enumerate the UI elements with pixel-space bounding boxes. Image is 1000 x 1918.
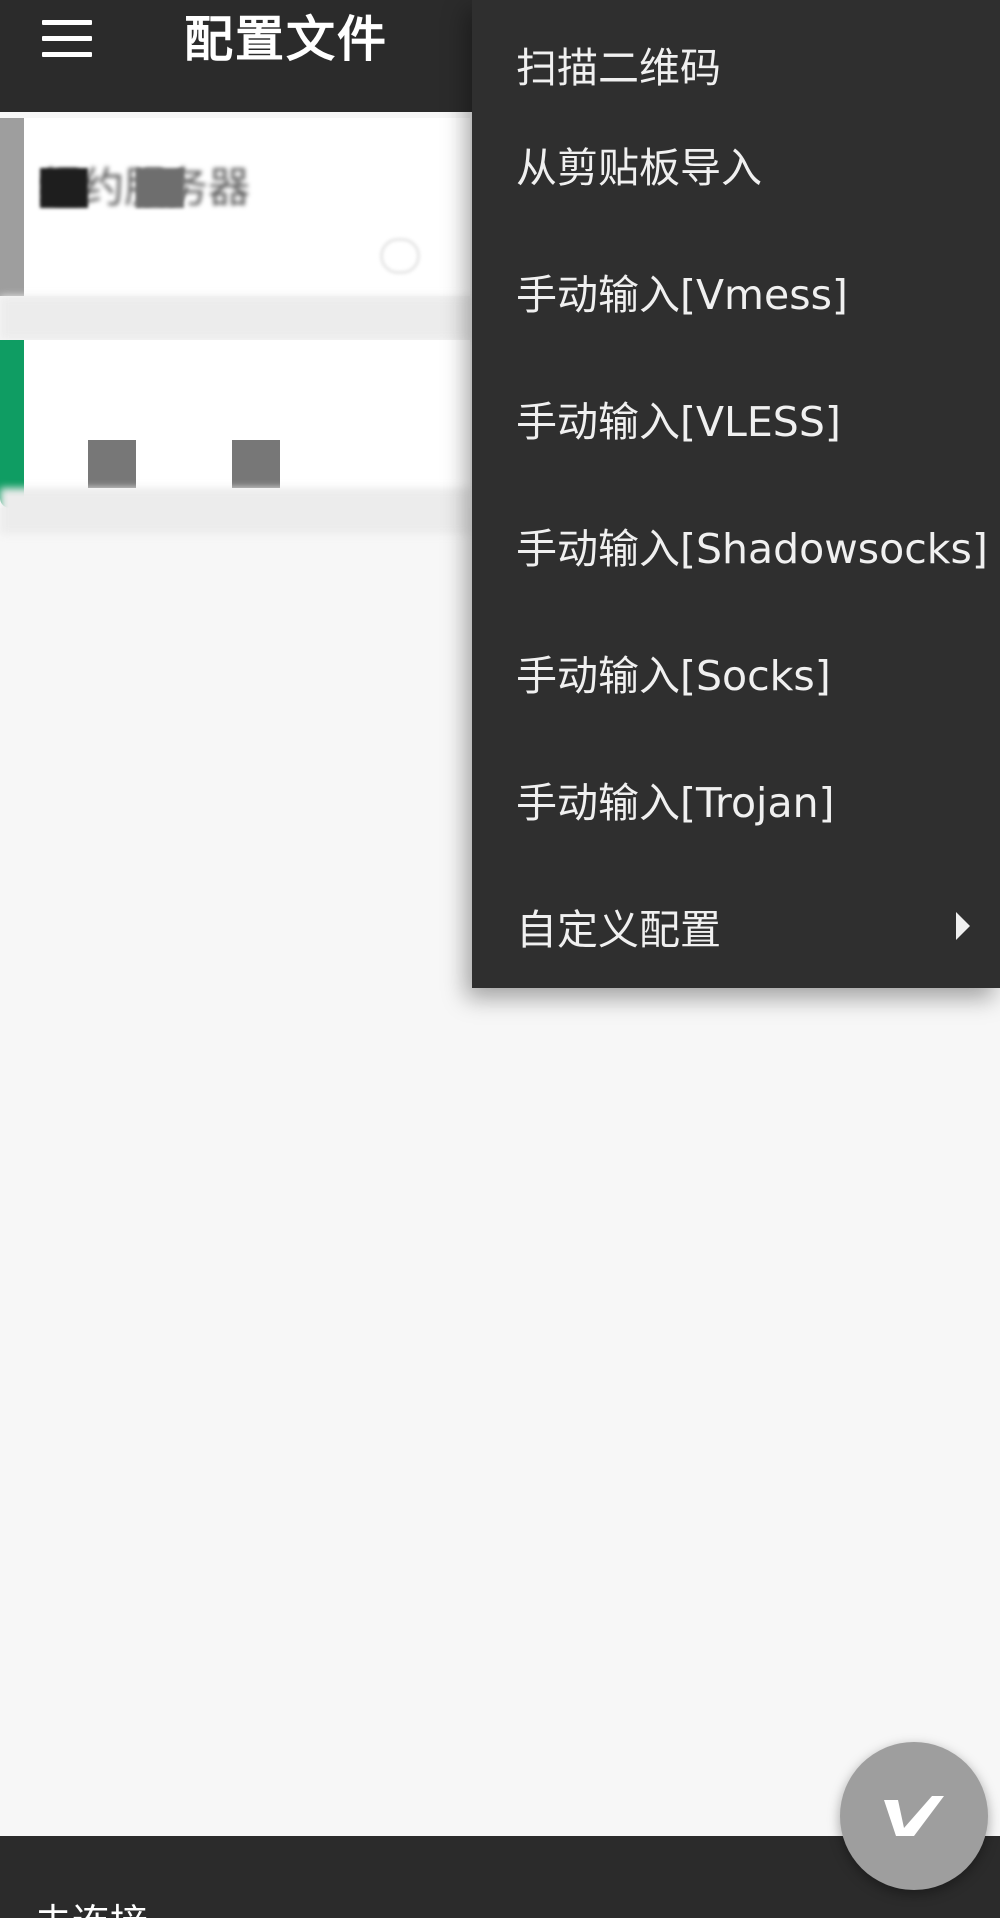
- menu-item-manual-vless[interactable]: 手动输入[VLESS]: [472, 354, 1000, 481]
- menu-item-label: 从剪贴板导入: [516, 143, 762, 192]
- menu-item-manual-socks[interactable]: 手动输入[Socks]: [472, 608, 1000, 735]
- menu-item-manual-trojan[interactable]: 手动输入[Trojan]: [472, 735, 1000, 862]
- redaction-block: [40, 168, 88, 208]
- profile-action-icon[interactable]: [380, 238, 420, 274]
- menu-item-manual-shadowsocks[interactable]: 手动输入[Shadowsocks]: [472, 481, 1000, 608]
- menu-item-label: 手动输入[Shadowsocks]: [516, 524, 988, 573]
- page-title: 配置文件: [184, 11, 389, 68]
- redaction-block: [232, 440, 280, 488]
- menu-item-label: 手动输入[Trojan]: [516, 778, 835, 827]
- profile-card-selected[interactable]: [0, 340, 470, 508]
- menu-item-manual-vmess[interactable]: 手动输入[Vmess]: [472, 227, 1000, 354]
- chevron-right-icon: [956, 911, 970, 940]
- menu-item-import-from-clipboard[interactable]: 从剪贴板导入: [472, 100, 1000, 227]
- v-logo-icon: [884, 1796, 944, 1836]
- menu-item-custom-config[interactable]: 自定义配置: [472, 862, 1000, 989]
- hamburger-menu-icon[interactable]: [40, 20, 94, 60]
- list-divider: [0, 296, 472, 340]
- list-divider: [0, 488, 472, 534]
- profile-selected-stripe: [0, 340, 24, 508]
- connect-fab-button[interactable]: [840, 1742, 988, 1890]
- menu-item-label: 手动输入[Vmess]: [516, 270, 848, 319]
- add-profile-menu: 扫描二维码 从剪贴板导入 手动输入[Vmess] 手动输入[VLESS] 手动输…: [472, 0, 1000, 988]
- redaction-block: [88, 440, 136, 488]
- profile-status-stripe: [0, 118, 24, 296]
- profile-card[interactable]: 纽约服务器: [0, 118, 470, 296]
- menu-item-label: 手动输入[Socks]: [516, 651, 831, 700]
- menu-item-label: 手动输入[VLESS]: [516, 397, 841, 446]
- menu-item-label: 自定义配置: [516, 905, 721, 954]
- connection-status-text: 未连接: [34, 1892, 148, 1918]
- redaction-block: [136, 168, 184, 208]
